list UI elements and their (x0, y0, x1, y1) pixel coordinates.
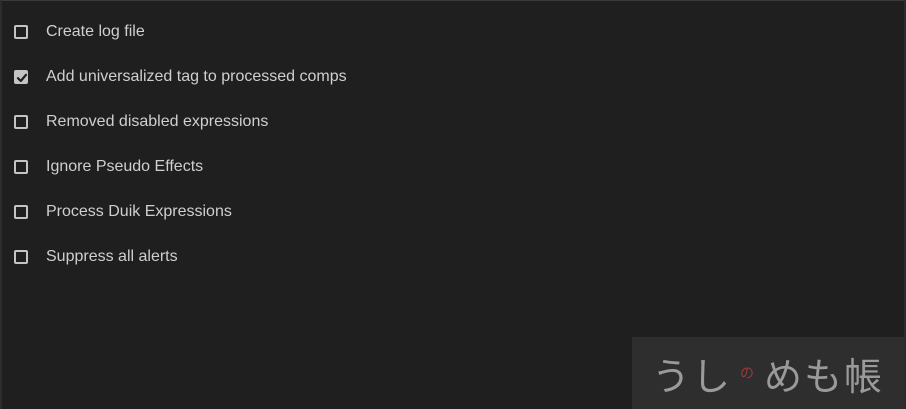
option-label: Add universalized tag to processed comps (46, 68, 347, 85)
add-universalized-tag-checkbox[interactable] (14, 70, 28, 84)
option-process-duik-expressions[interactable]: Process Duik Expressions (14, 201, 347, 246)
option-label: Removed disabled expressions (46, 113, 269, 130)
option-create-log-file[interactable]: Create log file (14, 21, 347, 66)
option-label: Process Duik Expressions (46, 203, 232, 220)
options-list: Create log file Add universalized tag to… (14, 21, 347, 291)
option-add-universalized-tag[interactable]: Add universalized tag to processed comps (14, 66, 347, 111)
watermark-text-part3: めも帳 (764, 354, 885, 399)
watermark-text-part1: うし (651, 354, 732, 399)
option-label: Create log file (46, 23, 145, 40)
option-suppress-all-alerts[interactable]: Suppress all alerts (14, 246, 347, 291)
options-panel: Create log file Add universalized tag to… (0, 0, 906, 409)
suppress-all-alerts-checkbox[interactable] (14, 250, 28, 264)
watermark-text-part2: の (740, 366, 756, 382)
ignore-pseudo-effects-checkbox[interactable] (14, 160, 28, 174)
process-duik-expressions-checkbox[interactable] (14, 205, 28, 219)
removed-disabled-expressions-checkbox[interactable] (14, 115, 28, 129)
create-log-file-checkbox[interactable] (14, 25, 28, 39)
option-label: Suppress all alerts (46, 248, 178, 265)
option-removed-disabled-expressions[interactable]: Removed disabled expressions (14, 111, 347, 156)
checkmark-icon (16, 73, 28, 83)
option-ignore-pseudo-effects[interactable]: Ignore Pseudo Effects (14, 156, 347, 201)
option-label: Ignore Pseudo Effects (46, 158, 204, 175)
watermark-logo: うし の めも帳 (632, 337, 904, 409)
